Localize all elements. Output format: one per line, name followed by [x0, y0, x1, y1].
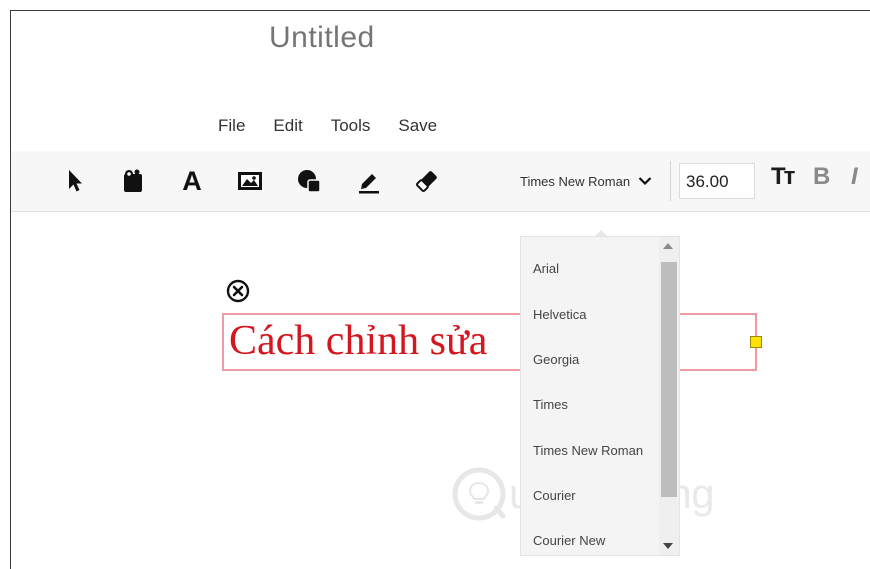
chevron-down-icon — [638, 177, 652, 186]
scroll-up-arrow-icon[interactable] — [663, 243, 673, 249]
text-box-content[interactable]: Cách chỉnh sửa — [229, 315, 487, 367]
image-icon — [238, 172, 262, 190]
eraser-icon — [416, 171, 437, 192]
text-size-icon[interactable]: Tт — [771, 163, 795, 191]
resize-handle[interactable] — [750, 336, 762, 348]
menu-bar: File Edit Tools Save — [218, 116, 465, 136]
font-option-helvetica[interactable]: Helvetica — [533, 307, 586, 322]
bold-button[interactable]: B — [813, 163, 830, 191]
menu-save[interactable]: Save — [398, 116, 437, 136]
image-tool-button[interactable] — [234, 165, 266, 197]
menu-file[interactable]: File — [218, 116, 245, 136]
italic-button[interactable]: I — [851, 163, 858, 191]
font-option-times[interactable]: Times — [533, 397, 568, 412]
close-icon[interactable] — [226, 279, 250, 303]
document-title[interactable]: Untitled — [269, 21, 375, 55]
scrollbar-thumb[interactable] — [661, 262, 677, 497]
cursor-arrow-icon — [69, 170, 82, 192]
font-size-input[interactable]: 36.00 — [679, 163, 755, 199]
shape-tool-button[interactable] — [293, 165, 325, 197]
text-tool-button[interactable]: A — [176, 165, 208, 197]
dropdown-scrollbar[interactable] — [659, 237, 679, 555]
menu-edit[interactable]: Edit — [273, 116, 302, 136]
select-tool-button[interactable] — [59, 165, 91, 197]
font-option-georgia[interactable]: Georgia — [533, 352, 579, 367]
font-option-times-new-roman[interactable]: Times New Roman — [533, 443, 643, 458]
menu-tools[interactable]: Tools — [331, 116, 371, 136]
scroll-down-arrow-icon[interactable] — [663, 543, 673, 549]
eraser-tool-button[interactable] — [411, 165, 443, 197]
sticker-icon — [124, 169, 142, 192]
pencil-icon — [359, 174, 379, 194]
font-family-value: Times New Roman — [520, 173, 631, 189]
draw-tool-button[interactable] — [353, 165, 385, 197]
lightbulb-logo-icon — [452, 467, 506, 521]
font-option-courier-new[interactable]: Courier New — [533, 533, 605, 548]
toolbar-divider — [670, 161, 671, 201]
sticker-tool-button[interactable] — [117, 165, 149, 197]
shape-icon — [298, 170, 321, 193]
font-option-courier[interactable]: Courier — [533, 488, 576, 503]
font-option-arial[interactable]: Arial — [533, 261, 559, 276]
text-tool-icon: A — [182, 165, 202, 196]
editor-window: Untitled File Edit Tools Save A Times Ne… — [10, 10, 870, 569]
font-family-dropdown[interactable]: Arial Helvetica Georgia Times Times New … — [520, 236, 680, 556]
font-family-select[interactable]: Times New Roman — [520, 170, 652, 192]
toolbar: A Times New Roman 36.00 Tт B I — [11, 151, 870, 212]
